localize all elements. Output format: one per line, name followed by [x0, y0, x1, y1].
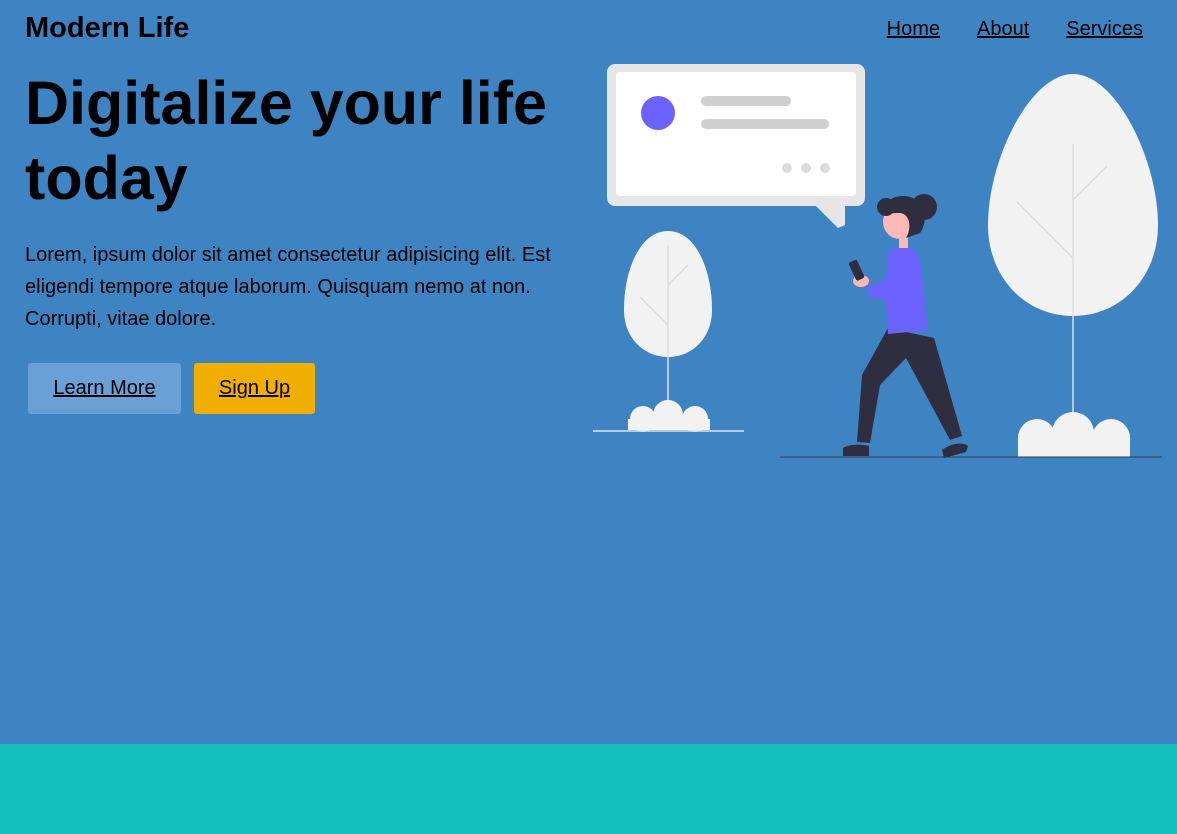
main-nav: Home About Services — [887, 16, 1143, 42]
large-tree-icon — [988, 74, 1158, 420]
nav-home-link[interactable]: Home — [887, 16, 940, 42]
woman-with-phone-icon — [843, 194, 968, 458]
footer-band — [0, 744, 1177, 834]
nav-services-link[interactable]: Services — [1066, 16, 1143, 42]
site-logo[interactable]: Modern Life — [25, 11, 189, 45]
nav-about-link[interactable]: About — [977, 16, 1029, 42]
hero-lead-text: Lorem, ipsum dolor sit amet consectetur … — [25, 244, 551, 330]
large-bush-icon — [780, 412, 1162, 458]
small-bush-icon — [593, 400, 744, 432]
hero-section: Modern Life Home About Services Digitali… — [0, 0, 1177, 744]
sign-up-button[interactable]: Sign Up — [194, 363, 315, 414]
hero-illustration — [593, 64, 1162, 458]
small-tree-icon — [624, 231, 712, 410]
learn-more-button[interactable]: Learn More — [28, 363, 181, 414]
hero-buttons: Learn More Sign Up — [28, 363, 315, 414]
hero-headline: Digitalize your life today — [25, 69, 547, 212]
chat-bubble-icon — [607, 64, 865, 228]
